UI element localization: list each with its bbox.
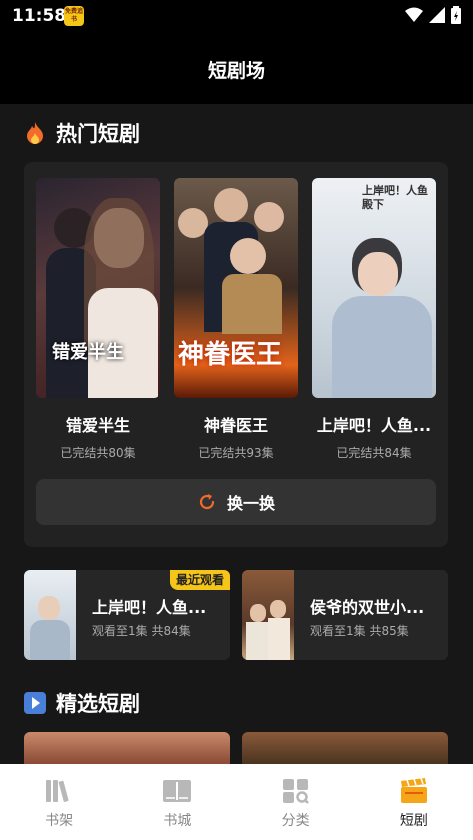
drama-card[interactable]: 错爱半生 错爱半生 已完结共80集 [36, 178, 160, 461]
drama-card[interactable]: 神眷医王 神眷医王 已完结共93集 [174, 178, 298, 461]
recent-watch-card[interactable]: 最近观看 上岸吧！人鱼... 观看至1集 共84集 [24, 570, 230, 660]
hot-section-title: 热门短剧 [56, 122, 140, 146]
signal-icon [429, 7, 445, 23]
tab-bookstore[interactable]: 书城 [118, 764, 236, 840]
drama-poster[interactable]: 神眷医王 [174, 178, 298, 398]
recent-thumbnail [24, 570, 76, 660]
page-title: 短剧场 [207, 60, 265, 82]
drama-title: 神眷医王 [203, 416, 268, 435]
app-notification-badge: 免费追书 [64, 6, 84, 26]
play-icon [24, 692, 46, 714]
category-grid-icon [282, 779, 309, 804]
status-time: 11:58 [12, 6, 67, 26]
status-icons [405, 6, 461, 24]
drama-title: 错爱半生 [65, 416, 130, 435]
drama-poster[interactable]: 错爱半生 [36, 178, 160, 398]
recent-title: 上岸吧！人鱼... [92, 598, 207, 617]
clapperboard-icon [400, 778, 427, 803]
book-open-icon [163, 780, 192, 802]
tab-label: 短剧 [399, 813, 428, 829]
tab-label: 书架 [45, 813, 74, 829]
featured-drama-preview[interactable] [24, 732, 230, 764]
tab-label: 书城 [163, 813, 192, 829]
page-header: 短剧场 [0, 34, 473, 104]
drama-episode-info: 已完结共84集 [336, 446, 412, 460]
tab-label: 分类 [281, 813, 310, 829]
recent-title: 侯爷的双世小... [310, 598, 425, 617]
drama-episode-info: 已完结共80集 [60, 446, 136, 460]
refresh-icon [199, 494, 215, 510]
status-bar: 11:58 免费追书 [0, 0, 473, 34]
recent-watch-card[interactable]: 侯爷的双世小... 观看至1集 共85集 [242, 570, 448, 660]
battery-icon [451, 6, 461, 24]
drama-episode-info: 已完结共93集 [198, 446, 274, 460]
recent-progress: 观看至1集 共85集 [310, 624, 409, 638]
drama-poster[interactable]: 上岸吧！人鱼殿下 [312, 178, 436, 398]
bookshelf-icon [46, 780, 69, 802]
hot-section-header: 热门短剧 [24, 118, 140, 148]
tab-short-drama[interactable]: 短剧 [355, 764, 473, 840]
refresh-button[interactable]: 换一换 [36, 479, 436, 525]
refresh-label: 换一换 [226, 494, 275, 513]
drama-title: 上岸吧！人鱼... [316, 416, 432, 435]
featured-section-title: 精选短剧 [56, 692, 140, 716]
wifi-icon [405, 7, 423, 22]
recent-progress: 观看至1集 共84集 [92, 624, 191, 638]
featured-section-header: 精选短剧 [24, 688, 140, 718]
hot-dramas-panel: 错爱半生 错爱半生 已完结共80集 神眷医王 神眷医王 已完结共93集 上岸吧！… [24, 162, 448, 547]
recent-watched-badge: 最近观看 [169, 570, 230, 590]
drama-card[interactable]: 上岸吧！人鱼殿下 上岸吧！人鱼... 已完结共84集 [312, 178, 436, 461]
poster-title-text: 上岸吧！人鱼殿下 [362, 184, 428, 211]
recent-thumbnail [242, 570, 294, 660]
fire-icon [27, 122, 43, 144]
poster-title-text: 错爱半生 [52, 342, 124, 363]
poster-title-text: 神眷医王 [178, 340, 283, 370]
tab-bookshelf[interactable]: 书架 [0, 764, 118, 840]
bottom-tab-bar: 书架 书城 分类 短剧 [0, 764, 473, 840]
main-content[interactable]: 热门短剧 错爱半生 错爱半生 已完结共80集 神眷医王 神眷医王 已完结共93集… [0, 104, 473, 764]
featured-drama-preview[interactable] [242, 732, 448, 764]
tab-category[interactable]: 分类 [237, 764, 355, 840]
